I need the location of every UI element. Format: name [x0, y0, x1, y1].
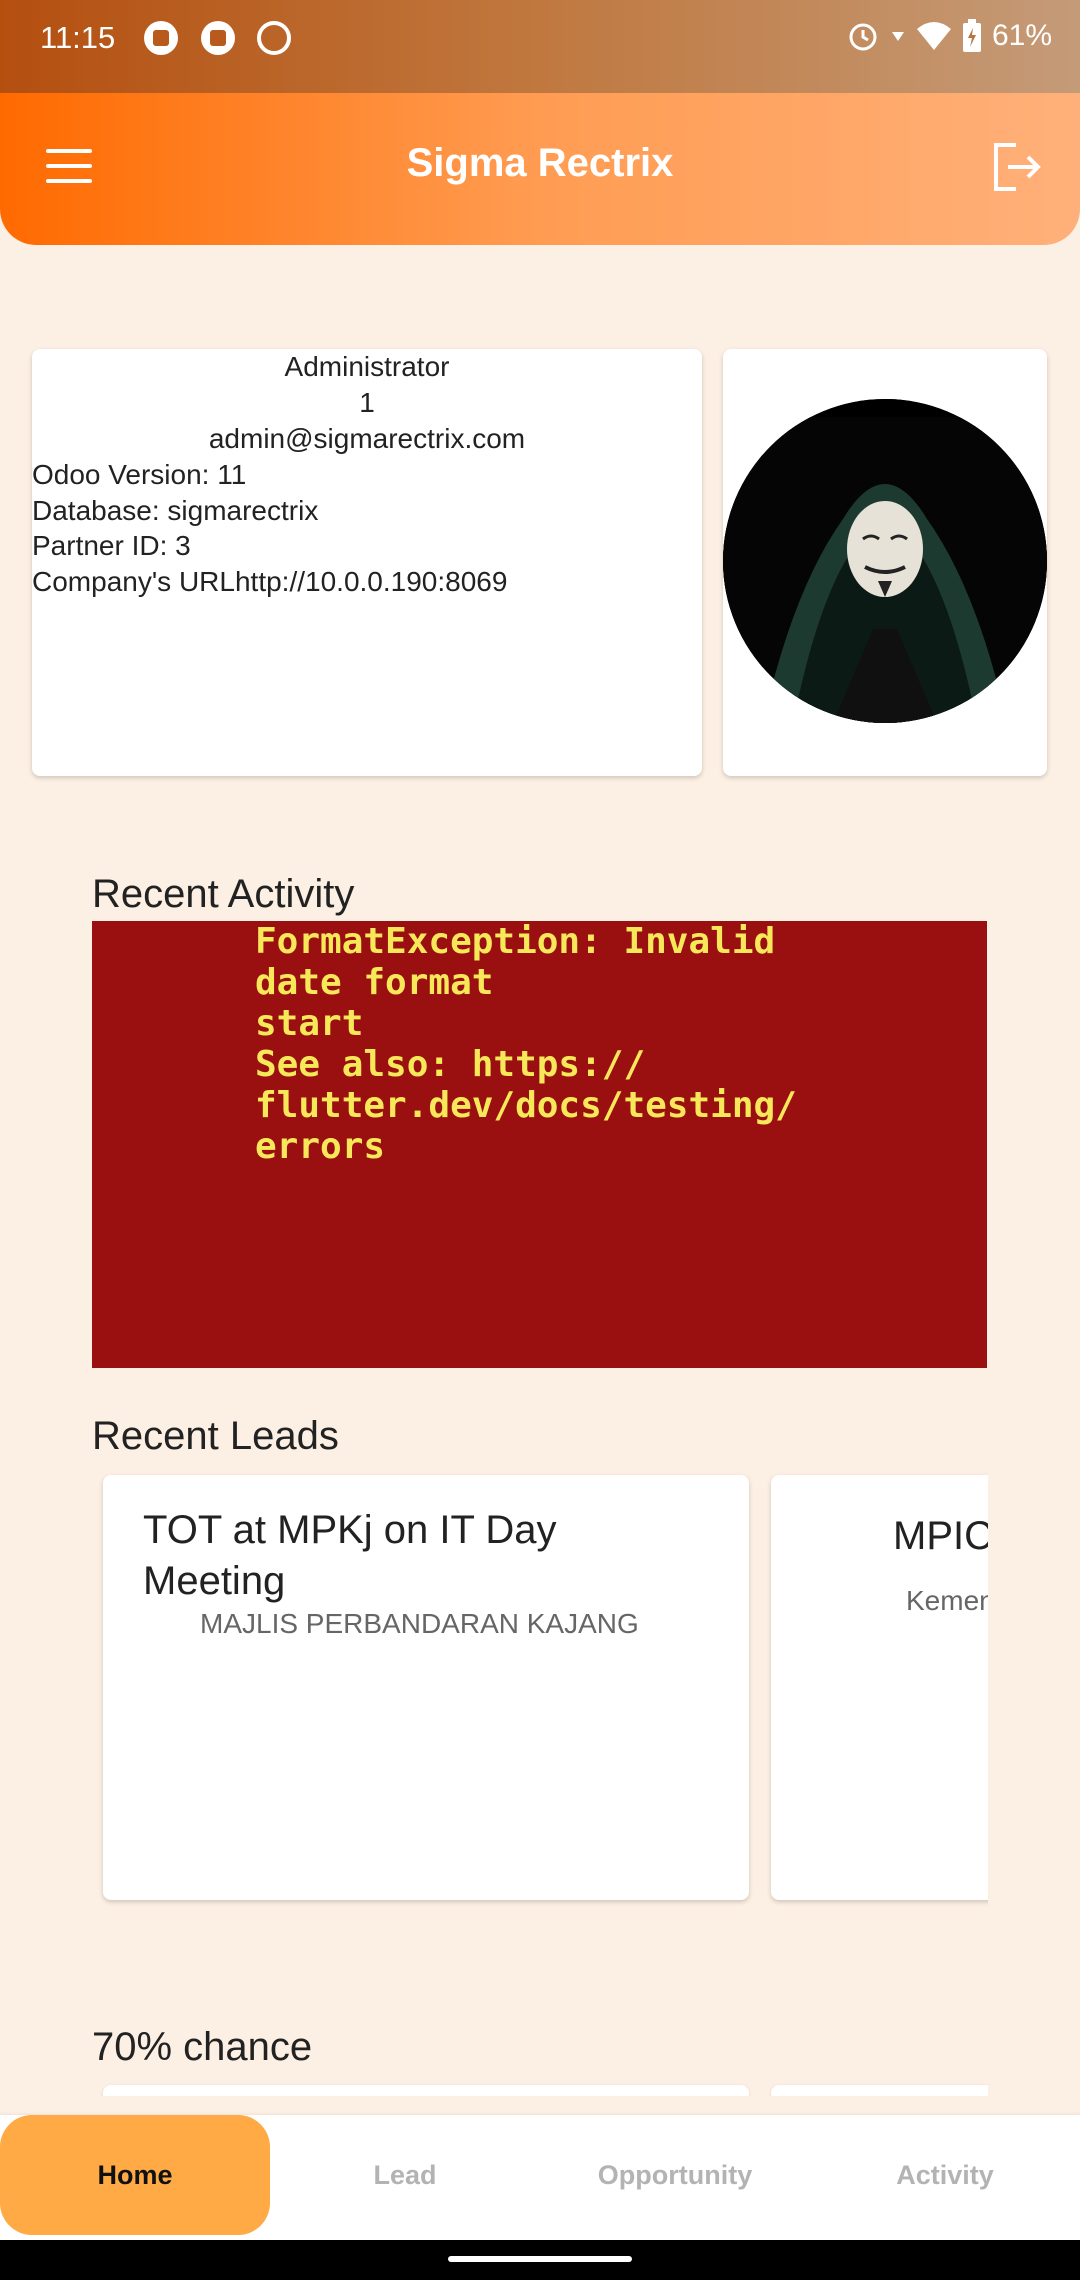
status-time: 11:15 [40, 20, 116, 55]
chance-card[interactable] [771, 2085, 988, 2096]
lead-company: Kemen [906, 1585, 988, 1616]
alarm-icon [849, 23, 877, 51]
app-bar: Sigma Rectrix [0, 93, 1080, 245]
error-line: start [255, 1003, 364, 1044]
user-id: 1 [359, 387, 375, 418]
nav-lead[interactable]: Lead [270, 2115, 540, 2235]
download-notification-icon [201, 21, 235, 55]
chance-card[interactable] [103, 2085, 749, 2096]
nav-opportunity[interactable]: Opportunity [540, 2115, 810, 2235]
chance-carousel[interactable] [92, 2080, 988, 2096]
data-arrow-icon [891, 32, 904, 41]
profile-card: Administrator 1 admin@sigmarectrix.com O… [32, 349, 702, 776]
user-email: admin@sigmarectrix.com [208, 423, 526, 454]
error-line: See also: https:// [255, 1044, 646, 1085]
recent-leads-title: Recent Leads [92, 1414, 339, 1458]
wifi-icon [916, 22, 951, 50]
error-message: FormatException: Invalid date format sta… [255, 921, 815, 1167]
lead-company: MAJLIS PERBANDARAN KAJANG [200, 1608, 639, 1639]
lead-card[interactable]: MPIC Kemen [771, 1475, 988, 1900]
error-line: errors [255, 1126, 386, 1167]
lead-title: TOT at MPKj on IT Day Meeting [143, 1508, 557, 1603]
leads-carousel[interactable]: TOT at MPKj on IT Day Meeting MAJLIS PER… [92, 1465, 988, 1925]
chance-section-title: 70% chance [92, 2025, 313, 2069]
recent-activity-title: Recent Activity [92, 872, 355, 916]
avatar-card [723, 349, 1047, 776]
logout-button[interactable] [986, 137, 1046, 197]
nav-home[interactable]: Home [0, 2115, 270, 2235]
app-notification-icon [257, 21, 291, 55]
error-line: flutter.dev/docs/testing/ [255, 1085, 797, 1126]
lead-card[interactable]: TOT at MPKj on IT Day Meeting MAJLIS PER… [103, 1475, 749, 1900]
app-title: Sigma Rectrix [406, 141, 674, 185]
status-bar: 11:15 61% [0, 0, 1080, 93]
nav-activity[interactable]: Activity [810, 2115, 1080, 2235]
error-box: FormatException: Invalid date format sta… [92, 921, 987, 1368]
avatar-image [723, 399, 1047, 723]
odoo-version: Odoo Version: 11 [32, 459, 247, 490]
partner-id: Partner ID: 3 [32, 530, 191, 561]
lead-title: MPIC [893, 1514, 988, 1558]
battery-percentage: 61% [991, 19, 1052, 52]
avatar [723, 399, 1047, 723]
company-url: Company's URLhttp://10.0.0.190:8069 [32, 565, 508, 597]
database-name: Database: sigmarectrix [32, 494, 319, 526]
system-navigation-bar [0, 2240, 1080, 2280]
error-line: FormatException: Invalid [255, 921, 776, 962]
user-name: Administrator [284, 351, 450, 382]
download-notification-icon [144, 21, 178, 55]
bottom-navigation: Home Lead Opportunity Activity [0, 2115, 1080, 2240]
battery-icon [962, 19, 981, 52]
home-gesture-bar[interactable] [448, 2256, 632, 2262]
error-line: date format [255, 962, 494, 1003]
logout-icon [994, 143, 1041, 191]
